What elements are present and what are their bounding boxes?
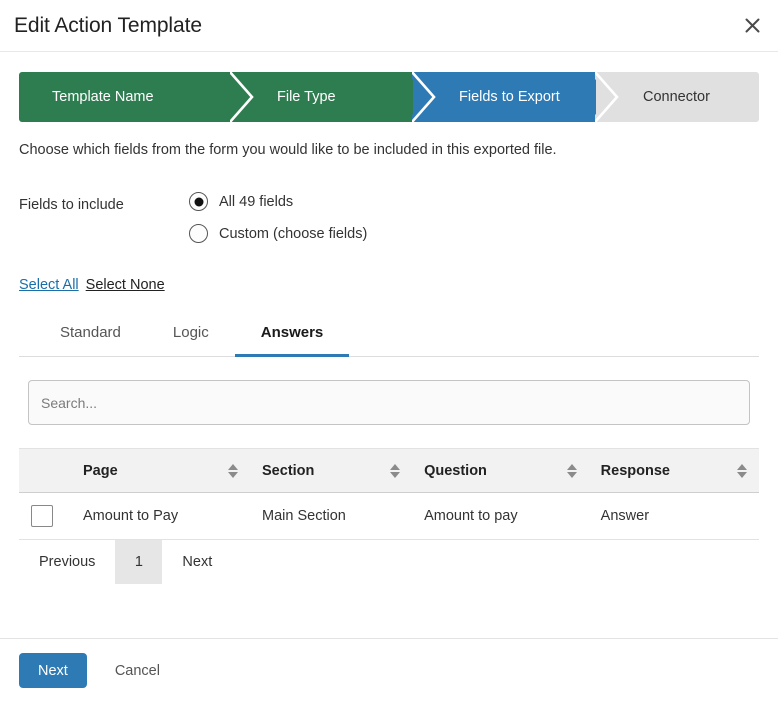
pagination-next[interactable]: Next [162, 540, 232, 584]
chevron-right-icon [595, 72, 621, 122]
wizard-steps: Template Name File Type Fields to Export [19, 72, 759, 122]
edit-action-template-dialog: Edit Action Template Template Name File … [0, 0, 778, 702]
sort-arrows-icon[interactable] [737, 463, 747, 478]
radio-all-fields[interactable]: All 49 fields [189, 192, 367, 211]
radio-custom-fields[interactable]: Custom (choose fields) [189, 224, 367, 243]
column-header-select [19, 448, 71, 493]
tab-answers[interactable]: Answers [234, 316, 350, 357]
column-header-label: Page [83, 462, 118, 479]
search-input[interactable] [28, 380, 750, 425]
tab-logic[interactable]: Logic [147, 316, 235, 357]
column-header-label: Response [600, 462, 670, 479]
wizard-step-label: Fields to Export [459, 89, 560, 105]
page-title: Edit Action Template [14, 13, 202, 37]
wizard-step-template-name[interactable]: Template Name [19, 72, 254, 122]
close-icon[interactable] [738, 12, 766, 40]
column-header-label: Section [262, 462, 315, 479]
dialog-footer: Next Cancel [0, 638, 778, 702]
wizard-step-label: Connector [643, 89, 710, 105]
fields-to-include-label: Fields to include [19, 197, 124, 213]
cell-question: Amount to pay [412, 492, 589, 540]
cell-response: Answer [588, 492, 759, 540]
cell-section: Main Section [250, 492, 413, 540]
chevron-right-icon [230, 72, 256, 122]
cell-page: Amount to Pay [71, 492, 251, 540]
column-header-section[interactable]: Section [250, 448, 413, 493]
intro-text: Choose which fields from the form you wo… [19, 142, 557, 158]
select-none-link[interactable]: Select None [86, 277, 165, 293]
chevron-right-icon [412, 72, 438, 122]
pagination: Previous 1 Next [19, 540, 759, 584]
sort-arrows-icon[interactable] [228, 463, 239, 478]
column-header-page[interactable]: Page [71, 448, 251, 493]
dialog-body: Choose which fields from the form you wo… [0, 142, 778, 584]
radio-button-icon[interactable] [189, 224, 208, 243]
radio-label: All 49 fields [219, 193, 294, 210]
fields-table: Page Section Question Response Amount to… [19, 448, 759, 540]
field-category-tabs: Standard Logic Answers [19, 315, 759, 357]
sort-arrows-icon[interactable] [566, 463, 577, 478]
select-links: Select All Select None [19, 277, 759, 293]
table-header: Page Section Question Response [19, 448, 759, 493]
pagination-page-1[interactable]: 1 [115, 540, 163, 584]
dialog-header: Edit Action Template [0, 0, 778, 52]
radio-button-icon[interactable] [189, 192, 208, 211]
next-button[interactable]: Next [19, 653, 87, 688]
wizard-step-file-type[interactable]: File Type [231, 72, 436, 122]
column-header-response[interactable]: Response [588, 448, 759, 493]
fields-to-include-row: Fields to include All 49 fields Custom (… [19, 192, 759, 243]
search-container [19, 357, 759, 425]
fields-to-include-radio-group: All 49 fields Custom (choose fields) [189, 192, 367, 243]
radio-label: Custom (choose fields) [219, 225, 368, 242]
wizard-step-label: File Type [277, 89, 336, 105]
select-all-link[interactable]: Select All [19, 277, 79, 293]
fields-table-container: Page Section Question Response Amount to… [19, 448, 759, 584]
row-checkbox[interactable] [31, 505, 53, 527]
tab-standard[interactable]: Standard [34, 316, 147, 357]
wizard-step-fields-to-export[interactable]: Fields to Export [413, 72, 619, 122]
table-header-row: Page Section Question Response [19, 448, 759, 493]
column-header-label: Question [424, 462, 487, 479]
pagination-previous[interactable]: Previous [19, 540, 115, 584]
column-header-question[interactable]: Question [412, 448, 589, 493]
cancel-button[interactable]: Cancel [109, 662, 166, 680]
row-select-cell [19, 492, 71, 540]
table-body: Amount to Pay Main Section Amount to pay… [19, 492, 759, 540]
sort-arrows-icon[interactable] [390, 463, 401, 478]
wizard-step-label: Template Name [52, 89, 154, 105]
table-row[interactable]: Amount to Pay Main Section Amount to pay… [19, 492, 759, 540]
